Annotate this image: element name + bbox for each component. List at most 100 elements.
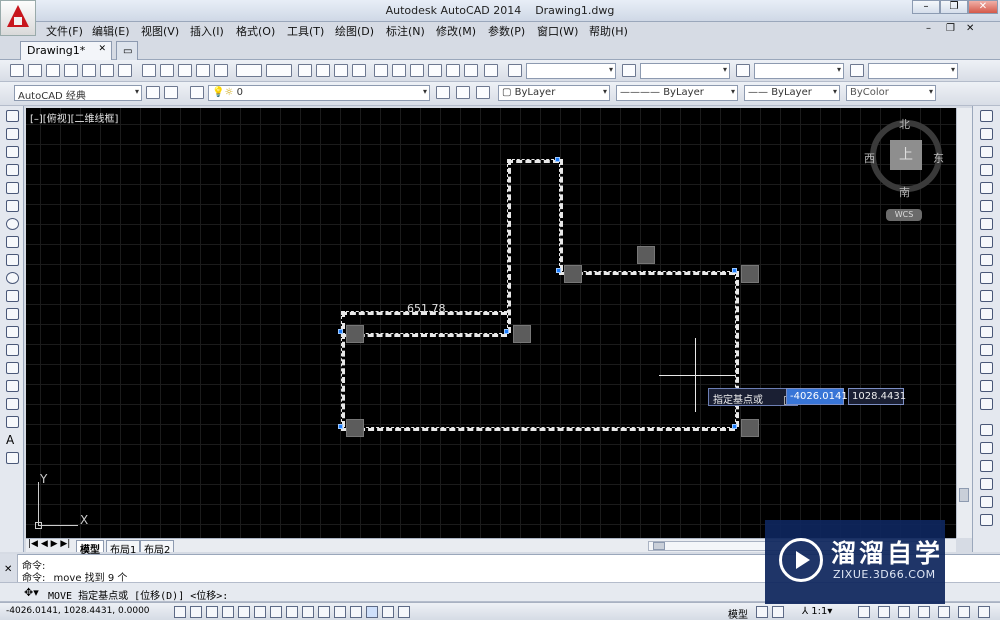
wcs-menu[interactable]: WCS [886, 209, 922, 221]
scroll-thumb[interactable] [959, 488, 969, 502]
extend-icon[interactable] [980, 290, 993, 302]
menu-format[interactable]: 格式(O) [236, 23, 275, 39]
grip-point[interactable] [732, 424, 737, 429]
annotation-scale[interactable]: ⅄ 1:1▾ [802, 606, 832, 617]
layer-state-icon[interactable] [476, 86, 490, 99]
text-front-icon[interactable] [980, 514, 993, 526]
menu-window[interactable]: 窗口(W) [537, 23, 578, 39]
publish-icon[interactable] [100, 64, 114, 77]
table-icon[interactable] [6, 416, 19, 428]
chamfer-icon[interactable] [980, 362, 993, 374]
grip-point[interactable] [555, 157, 560, 162]
doc-restore-button[interactable]: ❐ [946, 23, 955, 34]
arc-icon[interactable] [6, 200, 19, 212]
viewcube-top-face[interactable]: 上 [890, 140, 922, 170]
selection-cycling-icon[interactable] [382, 606, 394, 618]
bring-front-icon[interactable] [980, 442, 993, 454]
plotstyle-dropdown[interactable]: ByColor ▾ [846, 85, 936, 101]
annotation-monitor-icon[interactable] [398, 606, 410, 618]
multileader-style-icon[interactable] [850, 64, 864, 77]
transparency-icon[interactable] [350, 606, 362, 618]
offset-icon[interactable] [980, 164, 993, 176]
model-space-button[interactable]: 模型 [728, 606, 748, 620]
color-dropdown[interactable]: ▢ ByLayer ▾ [498, 85, 610, 101]
region-icon[interactable] [6, 398, 19, 410]
grip-menu-icon[interactable] [637, 246, 655, 264]
rotate-icon[interactable] [980, 218, 993, 230]
erase-icon[interactable] [980, 110, 993, 122]
plot-preview-icon[interactable] [82, 64, 96, 77]
tab-layout2[interactable]: 布局2 [140, 540, 175, 556]
grip-point[interactable] [732, 268, 737, 273]
menu-tools[interactable]: 工具(T) [287, 23, 324, 39]
mirror-icon[interactable] [980, 146, 993, 158]
lineweight-dropdown[interactable]: —— ByLayer ▾ [744, 85, 840, 101]
doc-close-button[interactable]: ✕ [966, 23, 974, 34]
tab-nav-first-icon[interactable]: |◀ ◀ ▶ ▶| [28, 539, 70, 549]
paste-icon[interactable] [178, 64, 192, 77]
allow-ucs-icon[interactable] [302, 606, 314, 618]
grip-menu-icon[interactable] [564, 265, 582, 283]
quick-view-layouts-icon[interactable] [756, 606, 768, 618]
hatch-icon[interactable] [6, 362, 19, 374]
ortho-mode-icon[interactable] [222, 606, 234, 618]
send-back-icon[interactable] [980, 460, 993, 472]
properties-icon[interactable] [374, 64, 388, 77]
new-icon[interactable] [10, 64, 24, 77]
clean-screen-icon[interactable] [978, 606, 990, 618]
layer-dropdown[interactable]: 💡☼ 0 ▾ [208, 85, 430, 101]
close-button[interactable]: ✕ [968, 0, 998, 14]
layer-previous-icon[interactable] [456, 86, 470, 99]
spline-icon[interactable] [6, 254, 19, 266]
break-icon[interactable] [980, 326, 993, 338]
dim-style-dropdown[interactable]: ▾ [640, 63, 730, 79]
table-style-dropdown[interactable]: ▾ [754, 63, 844, 79]
layer-properties-icon[interactable] [190, 86, 204, 99]
auto-scale-icon[interactable] [878, 606, 890, 618]
command-prompt[interactable]: MOVE 指定基点或 [位移(D)] <位移>: [48, 587, 228, 602]
copy-icon[interactable] [160, 64, 174, 77]
fillet-icon[interactable] [980, 380, 993, 392]
doc-minimize-button[interactable]: – [926, 23, 931, 34]
circle-icon[interactable] [6, 218, 19, 230]
new-tab-button[interactable]: ▭ [116, 41, 138, 60]
help-icon[interactable] [484, 64, 498, 77]
cut-icon[interactable] [142, 64, 156, 77]
multileader-style-dropdown[interactable]: ▾ [868, 63, 958, 79]
break-at-point-icon[interactable] [980, 308, 993, 320]
3d-dwf-icon[interactable] [118, 64, 132, 77]
grip-point[interactable] [338, 329, 343, 334]
object-snap-tracking-icon[interactable] [286, 606, 298, 618]
minimize-button[interactable]: – [912, 0, 940, 14]
stretch-icon[interactable] [980, 254, 993, 266]
sheet-set-icon[interactable] [428, 64, 442, 77]
menu-view[interactable]: 视图(V) [141, 23, 179, 39]
dim-style-icon[interactable] [622, 64, 636, 77]
toolbar-lock-icon[interactable] [918, 606, 930, 618]
copy-object-icon[interactable] [980, 128, 993, 140]
bring-above-icon[interactable] [980, 478, 993, 490]
save-icon[interactable] [46, 64, 60, 77]
object-snap-icon[interactable] [254, 606, 266, 618]
3d-osnap-icon[interactable] [270, 606, 282, 618]
zoom-previous-icon[interactable] [352, 64, 366, 77]
grip-menu-icon[interactable] [346, 419, 364, 437]
tool-palettes-icon[interactable] [410, 64, 424, 77]
close-command-icon[interactable]: ✕ [4, 564, 12, 575]
menu-help[interactable]: 帮助(H) [589, 23, 628, 39]
gradient-icon[interactable] [6, 380, 19, 392]
status-menu-icon[interactable] [958, 606, 970, 618]
snap-mode-icon[interactable] [190, 606, 202, 618]
isolate-objects-icon[interactable] [938, 606, 950, 618]
design-center-icon[interactable] [392, 64, 406, 77]
compass-west[interactable]: 西 [864, 150, 875, 166]
maximize-button[interactable]: ❐ [940, 0, 968, 14]
hscroll-thumb[interactable] [653, 542, 665, 550]
point-icon[interactable] [6, 344, 19, 356]
lineweight-icon[interactable] [334, 606, 346, 618]
tab-drawing1[interactable]: Drawing1* ✕ [20, 41, 112, 60]
make-block-icon[interactable] [6, 326, 19, 338]
menu-draw[interactable]: 绘图(D) [335, 23, 374, 39]
annotation-visibility-icon[interactable] [858, 606, 870, 618]
infer-constraints-icon[interactable] [174, 606, 186, 618]
